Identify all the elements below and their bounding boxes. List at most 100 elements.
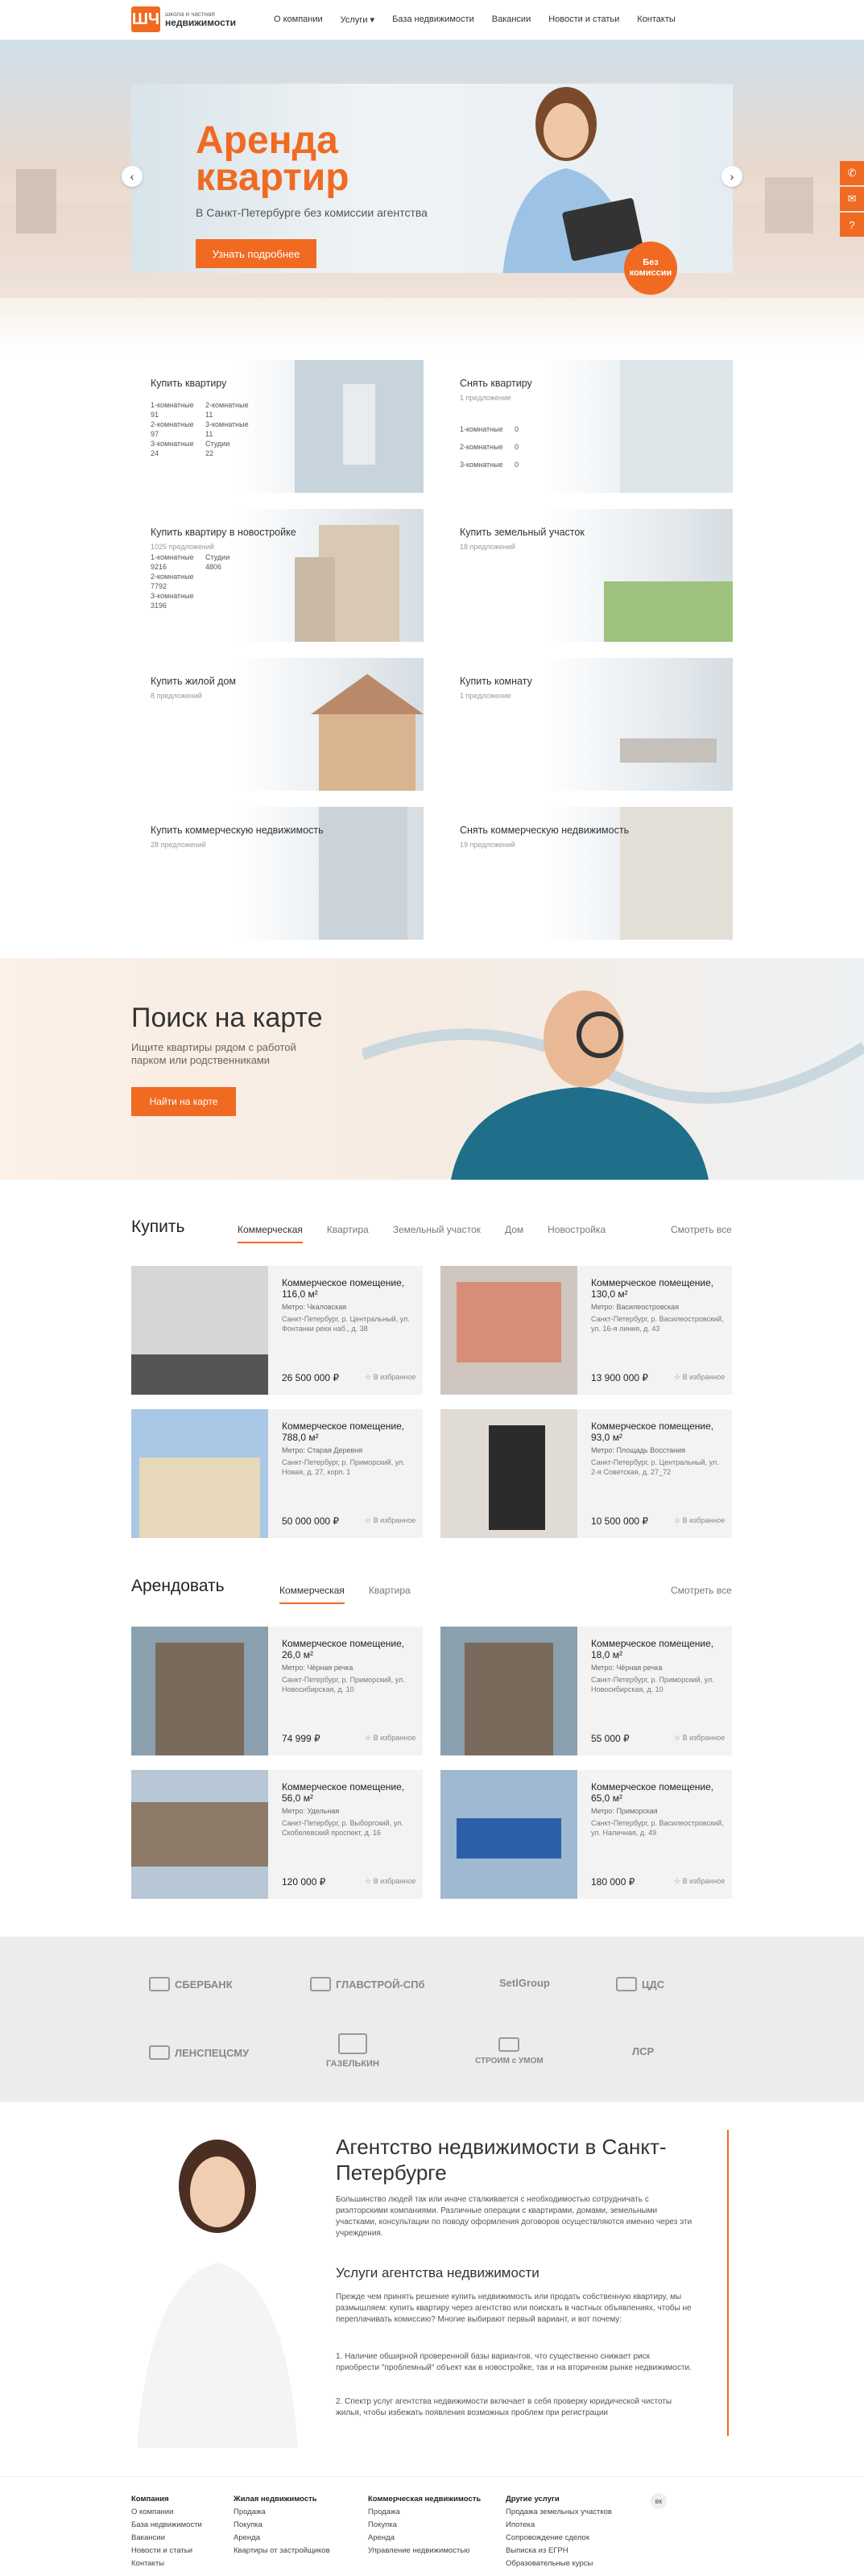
tab-apartment[interactable]: Квартира [327,1224,369,1243]
add-to-favorites-button[interactable]: ☆ В избранное [365,1734,415,1743]
listing-card[interactable]: Коммерческое помещение, 116,0 м² Метро: … [131,1266,423,1395]
category-buy-apartment[interactable]: Купить квартиру 1-комнатные 2-комнатные 9… [131,360,424,493]
footer-link[interactable]: Вакансии [131,2532,202,2545]
site-footer: Компания О компании База недвижимости Ва… [0,2476,864,2576]
tab-newbuild[interactable]: Новостройка [548,1224,606,1243]
add-to-favorites-button[interactable]: ☆ В избранное [674,1877,725,1886]
footer-link[interactable]: Продажа земельных участков [506,2506,612,2519]
category-room[interactable]: Купить комнату 1 предложение [440,658,733,791]
add-to-favorites-button[interactable]: ☆ В избранное [365,1516,415,1525]
footer-link[interactable]: Продажа [368,2506,481,2519]
partner-logo[interactable]: SetlGroup [499,1977,550,1989]
category-land[interactable]: Купить земельный участок 18 предложений [440,509,733,642]
link-2room[interactable]: 2-комнатные [151,572,205,581]
link-1room[interactable]: 1-комнатные [460,424,515,434]
link-2room[interactable]: 2-комнатные [151,420,205,429]
link-3room[interactable]: 3-комнатные [151,439,205,449]
rent-see-all-link[interactable]: Смотреть все [671,1585,732,1596]
category-new-buildings[interactable]: Купить квартиру в новостройке 1025 предл… [131,509,424,642]
listing-price: 74 999 ₽ [282,1733,320,1744]
side-tools: ✆ ✉ ? [840,161,864,238]
listing-address: Санкт-Петербург, р. Приморский, ул. Ново… [282,1676,405,1693]
link-2room[interactable]: 2-комнатные [460,442,515,452]
partner-logo[interactable]: ГЛАВСТРОЙ-СПб [310,1977,425,1991]
nav-news[interactable]: Новости и статьи [548,14,619,25]
footer-link[interactable]: Контакты [131,2557,202,2570]
listing-card[interactable]: Коммерческое помещение, 18,0 м² Метро: Ч… [440,1627,732,1755]
link-3room[interactable]: 3-комнатные [205,420,260,429]
partner-logo[interactable]: СБЕРБАНК [149,1977,233,1991]
nav-database[interactable]: База недвижимости [392,14,474,25]
link-3room[interactable]: 3-комнатные [151,591,205,601]
link-studio[interactable]: Студии [205,552,260,562]
link-3room[interactable]: 3-комнатные [460,460,515,469]
tab-commercial[interactable]: Коммерческая [238,1224,303,1243]
count: 0 [515,461,519,469]
tab-land[interactable]: Земельный участок [393,1224,481,1243]
listing-card[interactable]: Коммерческое помещение, 130,0 м² Метро: … [440,1266,732,1395]
category-house[interactable]: Купить жилой дом 8 предложений [131,658,424,791]
listing-card[interactable]: Коммерческое помещение, 93,0 м² Метро: П… [440,1409,732,1538]
main-nav: О компании Услуги ▾ База недвижимости Ва… [274,14,693,25]
listing-price: 120 000 ₽ [282,1876,326,1888]
nav-about[interactable]: О компании [274,14,323,25]
add-to-favorites-button[interactable]: ☆ В избранное [674,1734,725,1743]
hero-next-arrow[interactable]: › [721,166,742,187]
tab-apartment[interactable]: Квартира [369,1585,411,1604]
find-on-map-button[interactable]: Найти на карте [131,1087,236,1116]
footer-link[interactable]: Новости и статьи [131,2545,202,2557]
footer-link[interactable]: Аренда [234,2532,330,2545]
link-1room[interactable]: 1-комнатные [151,400,205,410]
add-to-favorites-button[interactable]: ☆ В избранное [365,1373,415,1382]
listing-card[interactable]: Коммерческое помещение, 26,0 м² Метро: Ч… [131,1627,423,1755]
footer-link[interactable]: О компании [131,2506,202,2519]
partner-logo[interactable]: ЛЕНСПЕЦСМУ [149,2045,249,2060]
category-rent-commercial[interactable]: Снять коммерческую недвижимость 19 предл… [440,807,733,940]
hero-prev-arrow[interactable]: ‹ [122,166,143,187]
nav-contacts[interactable]: Контакты [637,14,676,25]
partner-logo[interactable]: ЦДС [616,1977,664,1991]
hero-more-button[interactable]: Узнать подробнее [196,239,316,268]
footer-link[interactable]: Аренда [368,2532,481,2545]
logo[interactable]: ШЧ школа и частная недвижимости [131,6,236,32]
buy-see-all-link[interactable]: Смотреть все [671,1224,732,1235]
count: 91 [151,411,159,419]
link-studio[interactable]: Студии [205,439,260,449]
link-1room[interactable]: 1-комнатные [151,552,205,562]
phone-icon[interactable]: ✆ [840,161,864,185]
nav-services[interactable]: Услуги ▾ [341,14,374,25]
accent-line [727,2130,729,2436]
footer-link[interactable]: Управление недвижимостью [368,2545,481,2557]
footer-link[interactable]: Ипотека [506,2519,612,2532]
tab-commercial[interactable]: Коммерческая [279,1585,345,1604]
mail-icon[interactable]: ✉ [840,187,864,211]
partner-logo[interactable]: ГАЗЕЛЬКИН [326,2033,379,2069]
vk-icon[interactable]: вк [651,2493,667,2509]
add-to-favorites-button[interactable]: ☆ В избранное [674,1373,725,1382]
footer-link[interactable]: База недвижимости [131,2519,202,2532]
listing-card[interactable]: Коммерческое помещение, 56,0 м² Метро: У… [131,1770,423,1899]
footer-link[interactable]: Сопровождение сделок [506,2532,612,2545]
footer-link[interactable]: Квартиры от застройщиков [234,2545,330,2557]
listing-metro: Метро: Площадь Восстания [591,1446,686,1454]
listing-card[interactable]: Коммерческое помещение, 788,0 м² Метро: … [131,1409,423,1538]
partner-icon [149,1977,170,1991]
footer-link[interactable]: Продажа [234,2506,330,2519]
link-2room[interactable]: 2-комнатные [205,400,260,410]
category-rent-apartment[interactable]: Снять квартиру 1 предложение 1-комнатные… [440,360,733,493]
category-buy-commercial[interactable]: Купить коммерческую недвижимость 28 пред… [131,807,424,940]
listing-address: Санкт-Петербург, р. Центральный, ул. 2-я… [591,1458,719,1476]
listing-card[interactable]: Коммерческое помещение, 65,0 м² Метро: П… [440,1770,732,1899]
nav-vacancies[interactable]: Вакансии [492,14,531,25]
footer-link[interactable]: Выписка из ЕГРН [506,2545,612,2557]
footer-link[interactable]: Покупка [234,2519,330,2532]
footer-link[interactable]: Покупка [368,2519,481,2532]
help-icon[interactable]: ? [840,213,864,237]
footer-link[interactable]: Образовательные курсы [506,2557,612,2570]
add-to-favorites-button[interactable]: ☆ В избранное [365,1877,415,1886]
footer-col-title: Другие услуги [506,2495,560,2504]
tab-house[interactable]: Дом [505,1224,523,1243]
add-to-favorites-button[interactable]: ☆ В избранное [674,1516,725,1525]
partner-logo[interactable]: ЛСР [632,2045,654,2057]
partner-logo[interactable]: СТРОИМ с УМОМ [475,2037,544,2065]
